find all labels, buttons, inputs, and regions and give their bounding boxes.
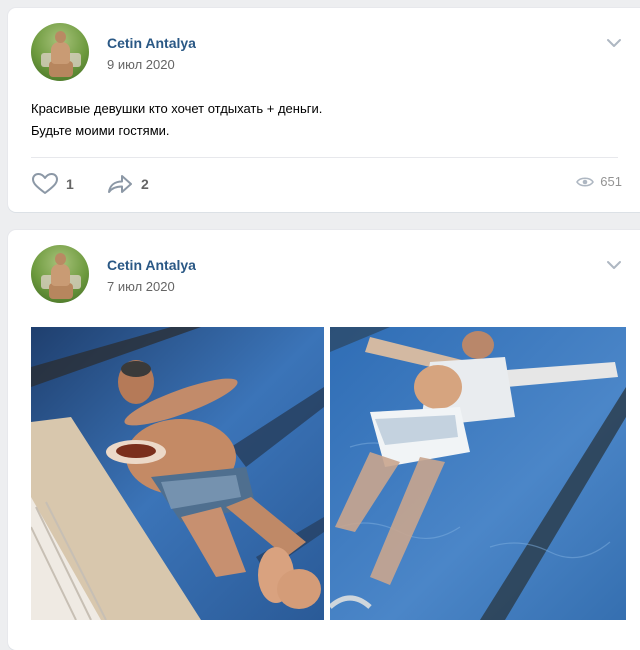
avatar[interactable] [31,23,89,81]
post-date[interactable]: 7 июл 2020 [107,279,175,294]
views-counter: 651 [576,174,622,189]
post-photo[interactable] [330,327,626,620]
post-date[interactable]: 9 июл 2020 [107,57,175,72]
chevron-down-icon[interactable] [606,38,622,48]
avatar[interactable] [31,245,89,303]
views-count: 651 [600,174,622,189]
like-count: 1 [66,176,74,192]
wall-post: Cetin Antalya 7 июл 2020 [8,230,640,650]
chevron-down-icon[interactable] [606,260,622,270]
share-arrow-icon [108,175,132,193]
post-text: Красивые девушки кто хочет отдыхать + де… [31,98,322,142]
post-author-link[interactable]: Cetin Antalya [107,257,196,273]
share-count: 2 [141,176,149,192]
pool-photo-man-floating [330,327,626,620]
post-photo[interactable] [31,327,324,620]
post-author-link[interactable]: Cetin Antalya [107,35,196,51]
share-button[interactable]: 2 [106,172,149,196]
wall-post: Cetin Antalya 9 июл 2020 Красивые девушк… [8,8,640,212]
heart-icon [32,173,58,194]
eye-icon [576,176,595,187]
divider [31,157,618,158]
post-text-line: Будьте моими гостями. [31,123,170,138]
like-button[interactable]: 1 [31,172,74,196]
pool-photo-man-with-plate [31,327,324,620]
post-text-line: Красивые девушки кто хочет отдыхать + де… [31,101,323,116]
